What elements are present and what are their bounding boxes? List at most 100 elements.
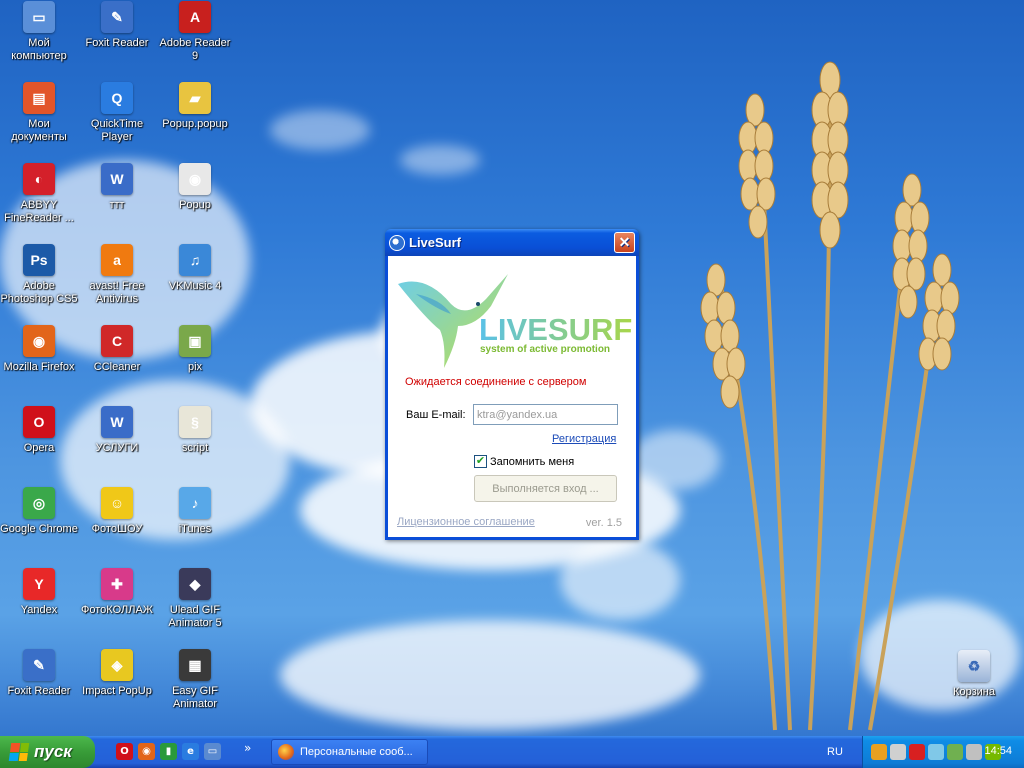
desktop-icon[interactable]: ✎ Foxit Reader	[78, 1, 156, 50]
smiley-icon: ☺	[101, 487, 133, 519]
itunes-icon: ♪	[179, 487, 211, 519]
taskbar-button-label: Персональные сооб...	[300, 746, 413, 758]
desktop-icon[interactable]: W УСЛУГИ	[78, 406, 156, 455]
email-input[interactable]	[473, 404, 618, 425]
desktop-icon[interactable]: ▤ Мои документы	[0, 82, 78, 144]
clock[interactable]: 14:54	[984, 745, 1012, 757]
desktop-icon-label: ABBYY FineReader ...	[4, 199, 74, 224]
wheat-wallpaper	[700, 61, 960, 731]
desktop-icon[interactable]: ▣ pix	[156, 325, 234, 374]
desktop-icon-label: Yandex	[20, 604, 58, 616]
russian-flag-icon[interactable]	[909, 744, 925, 760]
chrome-tray-icon[interactable]	[871, 744, 887, 760]
desktop-icon-label: avast! Free Antivirus	[89, 280, 145, 305]
start-button[interactable]: пуск	[0, 736, 95, 768]
desktop-icon[interactable]: ☺ ФотоШОУ	[78, 487, 156, 536]
desktop-icon[interactable]: ▰ Popup.popup	[156, 82, 234, 131]
avast-icon: a	[101, 244, 133, 276]
folder-icon: ▰	[179, 82, 211, 114]
desktop-icon[interactable]: O Opera	[0, 406, 78, 455]
livesurf-app-icon	[389, 234, 405, 251]
my-documents-icon: ▤	[23, 82, 55, 114]
desktop-icon-label: Мои документы	[11, 118, 67, 143]
desktop-icon-label: Foxit Reader	[85, 37, 149, 49]
desktop-icon[interactable]: C CCleaner	[78, 325, 156, 374]
desktop-icon-label: Google Chrome	[0, 523, 78, 535]
taskbar-button-firefox[interactable]: Персональные сооб...	[271, 739, 428, 765]
skype-tray-icon[interactable]	[890, 744, 906, 760]
quick-launch: O ◉ ▮ e ▭	[116, 743, 221, 760]
desktop-icon[interactable]: ▦ Easy GIF Animator	[156, 649, 234, 711]
license-agreement-link[interactable]: Лицензионное соглашение	[397, 516, 535, 528]
desktop-icon[interactable]: ▭ Мой компьютер	[0, 1, 78, 63]
language-indicator[interactable]: RU	[812, 736, 858, 768]
desktop-icon-label: Popup	[179, 199, 211, 211]
desktop-icon[interactable]: Q QuickTime Player	[78, 82, 156, 144]
system-tray: 14:54	[862, 736, 1024, 768]
desktop-icon[interactable]: ♪ iTunes	[156, 487, 234, 536]
opera-icon: O	[23, 406, 55, 438]
email-label: Ваш E-mail:	[406, 409, 466, 421]
desktop-icon-label: VKMusic 4	[168, 280, 222, 292]
desktop-icon[interactable]: ◉ Popup	[156, 163, 234, 212]
close-button[interactable]: ✕	[614, 232, 635, 253]
desktop-icon[interactable]: ✚ ФотоКОЛЛАЖ	[78, 568, 156, 617]
connection-status: Ожидается соединение с сервером	[405, 376, 587, 388]
firefox-document-icon: ◉	[179, 163, 211, 195]
dialog-titlebar[interactable]: LiveSurf ✕	[385, 229, 639, 256]
quick-launch-more-icon[interactable]: »	[244, 741, 251, 755]
desktop-icon-label: CCleaner	[93, 361, 141, 373]
login-button[interactable]: Выполняется вход ...	[474, 475, 617, 502]
desktop-icon[interactable]: § script	[156, 406, 234, 455]
impact-popup-icon: ◈	[101, 649, 133, 681]
remember-me-checkbox[interactable]: ✔	[474, 455, 487, 468]
desktop-icon[interactable]: ◈ Impact PopUp	[78, 649, 156, 698]
desktop-icon[interactable]: ◎ Google Chrome	[0, 487, 78, 536]
livesurf-tray-icon[interactable]	[928, 744, 944, 760]
opera-icon[interactable]: O	[116, 743, 133, 760]
show-desktop-icon[interactable]: ▭	[204, 743, 221, 760]
logo-subtitle: system of active promotion	[480, 344, 611, 355]
foxit-reader-icon: ✎	[101, 1, 133, 33]
tray-icons	[871, 744, 1001, 760]
puzzle-icon: ✚	[101, 568, 133, 600]
taskbar: пуск O ◉ ▮ e ▭ » Персональные сооб... RU 14:…	[0, 736, 1024, 768]
ccleaner-icon: C	[101, 325, 133, 357]
firefox-icon[interactable]: ◉	[138, 743, 155, 760]
recycle-bin-icon: ♻	[958, 650, 990, 682]
desktop-icon-label: Easy GIF Animator	[172, 685, 218, 710]
dialog-body: LIVESURF system of active promotion Ожид…	[388, 256, 636, 537]
desktop-icon[interactable]: ◉ Mozilla Firefox	[0, 325, 78, 374]
desktop-icon-label: QuickTime Player	[90, 118, 144, 143]
desktop-icon-label: Мой компьютер	[11, 37, 67, 62]
desktop-icon-label: УСЛУГИ	[95, 442, 139, 454]
livesurf-dialog: LiveSurf ✕ LIVESURF system of active pro…	[385, 229, 639, 540]
desktop-icon[interactable]: Y Yandex	[0, 568, 78, 617]
desktop-icon[interactable]: ◆ Ulead GIF Animator 5	[156, 568, 234, 630]
desktop-icon[interactable]: Wттт	[78, 163, 156, 212]
desktop-icon[interactable]: Ps Adobe Photoshop CS5	[0, 244, 78, 306]
abbyy-icon: ◐	[23, 163, 55, 195]
desktop-icon[interactable]: ♫ VKMusic 4	[156, 244, 234, 293]
firefox-icon	[278, 744, 294, 760]
volume-tray-icon[interactable]	[966, 744, 982, 760]
internet-explorer-icon[interactable]: e	[182, 743, 199, 760]
word-document-icon: W	[101, 406, 133, 438]
film-icon: ▦	[179, 649, 211, 681]
register-link[interactable]: Регистрация	[552, 433, 616, 445]
desktop-icon-label: Mozilla Firefox	[3, 361, 75, 373]
ulead-icon: ◆	[179, 568, 211, 600]
remember-me[interactable]: ✔ Запомнить меня	[474, 455, 574, 468]
green-app-icon[interactable]: ▮	[160, 743, 177, 760]
network-tray-icon[interactable]	[947, 744, 963, 760]
desktop-icon[interactable]: ◐ ABBYY FineReader ...	[0, 163, 78, 225]
recycle-bin-label: Корзина	[953, 686, 995, 698]
recycle-bin[interactable]: ♻ Корзина	[935, 650, 1013, 699]
quicktime-icon: Q	[101, 82, 133, 114]
livesurf-logo-text: LIVESURF	[479, 312, 633, 347]
yandex-icon: Y	[23, 568, 55, 600]
remember-me-label: Запомнить меня	[490, 455, 575, 468]
desktop-icon[interactable]: A Adobe Reader 9	[156, 1, 234, 63]
desktop-icon[interactable]: ✎ Foxit Reader	[0, 649, 78, 698]
desktop-icon[interactable]: a avast! Free Antivirus	[78, 244, 156, 306]
